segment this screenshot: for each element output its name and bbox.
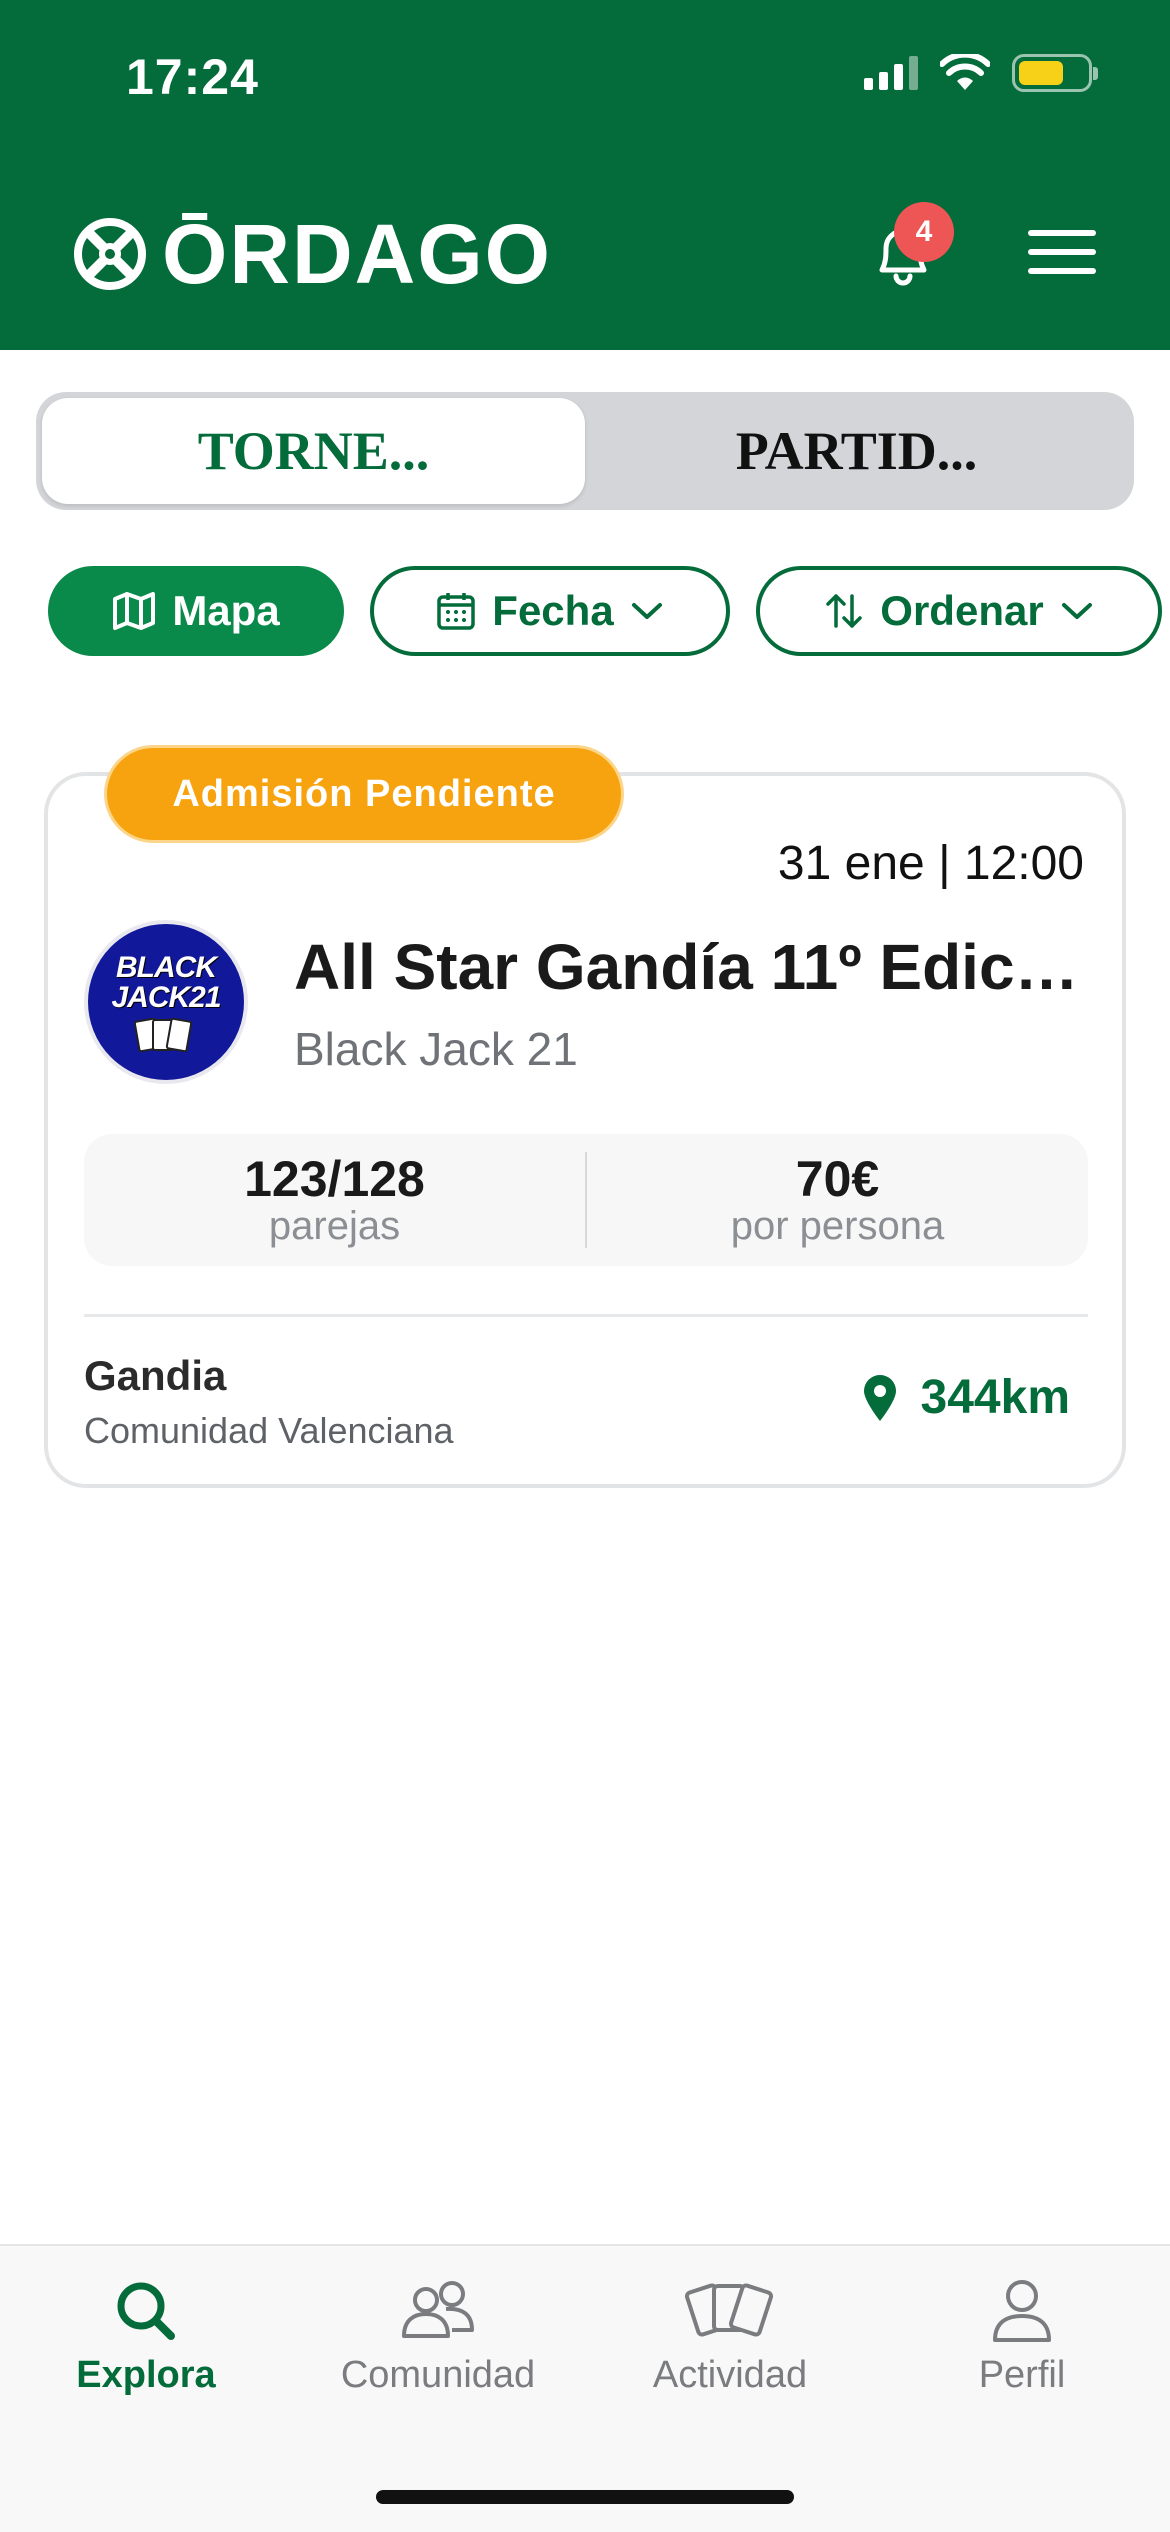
filter-bar: Mapa Fecha Ordenar xyxy=(48,566,1162,656)
date-filter-label: Fecha xyxy=(492,587,614,634)
tournament-datetime: 31 ene | 12:00 xyxy=(777,837,1084,890)
status-badge: Admisión Pendiente xyxy=(104,745,624,843)
ordago-mark-icon xyxy=(74,218,146,290)
person-icon xyxy=(993,2280,1051,2342)
pairs-label: parejas xyxy=(268,1204,401,1248)
sort-filter[interactable]: Ordenar xyxy=(756,566,1162,656)
tab-partidas[interactable]: PARTID... xyxy=(585,398,1128,504)
tab-torneos[interactable]: TORNE... xyxy=(42,398,585,504)
map-button-label: Mapa xyxy=(172,587,280,634)
tab-actividad-label: Actividad xyxy=(652,2354,808,2396)
home-indicator[interactable] xyxy=(376,2490,794,2504)
tab-explora[interactable]: Explora xyxy=(0,2278,292,2397)
playing-cards-icon xyxy=(133,1017,193,1053)
bottom-tab-bar: Explora Comunidad Actividad Perfil xyxy=(0,2244,1170,2532)
tab-perfil-label: Perfil xyxy=(978,2354,1066,2396)
card-divider xyxy=(84,1314,1088,1317)
tab-comunidad-label: Comunidad xyxy=(340,2354,536,2396)
wifi-icon xyxy=(940,54,990,90)
tab-comunidad[interactable]: Comunidad xyxy=(292,2278,584,2397)
brand-logo: ŌRDAGO xyxy=(72,212,552,296)
pairs-value: 123/128 xyxy=(244,1151,425,1207)
cards-icon xyxy=(684,2283,774,2337)
sort-arrows-icon xyxy=(826,594,863,628)
distance: 344km xyxy=(861,1370,1070,1425)
app-header: 17:24 ŌRDAGO 4 xyxy=(0,0,1170,350)
tab-perfil[interactable]: Perfil xyxy=(876,2278,1168,2397)
tab-explora-label: Explora xyxy=(76,2354,216,2396)
tournament-title: All Star Gandía 11º Edici... xyxy=(294,931,1084,1003)
price-value: 70€ xyxy=(795,1151,880,1207)
segment-control: TORNE... PARTID... xyxy=(36,392,1134,510)
distance-value: 344km xyxy=(920,1371,1070,1424)
sort-filter-label: Ordenar xyxy=(880,587,1044,634)
location-pin-icon xyxy=(863,1374,896,1421)
map-icon xyxy=(113,592,156,630)
notification-badge: 4 xyxy=(894,202,954,262)
search-icon xyxy=(117,2282,175,2340)
chevron-down-icon xyxy=(1061,603,1092,619)
status-icons xyxy=(864,54,1098,92)
date-filter[interactable]: Fecha xyxy=(370,566,730,656)
pairs-stat: 123/128 parejas xyxy=(84,1134,585,1266)
map-button[interactable]: Mapa xyxy=(48,566,344,656)
brand-name: ŌRDAGO xyxy=(162,207,552,301)
club-name: Black Jack 21 xyxy=(294,1023,578,1075)
cellular-signal-icon xyxy=(864,56,918,90)
tab-actividad[interactable]: Actividad xyxy=(584,2278,876,2397)
club-logo: BLACK JACK21 xyxy=(84,920,248,1084)
location-city: Gandia xyxy=(84,1352,227,1399)
price-stat: 70€ por persona xyxy=(587,1134,1088,1266)
club-logo-text-line1: BLACK xyxy=(116,951,217,984)
calendar-icon xyxy=(437,593,476,630)
users-icon xyxy=(402,2281,474,2338)
status-time: 17:24 xyxy=(126,49,259,105)
chevron-down-icon xyxy=(631,603,662,619)
location-region: Comunidad Valenciana xyxy=(84,1410,454,1451)
battery-icon xyxy=(1012,54,1098,92)
price-label: por persona xyxy=(730,1204,945,1248)
menu-button[interactable] xyxy=(1028,230,1096,274)
tournament-stats: 123/128 parejas 70€ por persona xyxy=(84,1134,1088,1266)
club-logo-text-line2: JACK21 xyxy=(111,981,221,1014)
